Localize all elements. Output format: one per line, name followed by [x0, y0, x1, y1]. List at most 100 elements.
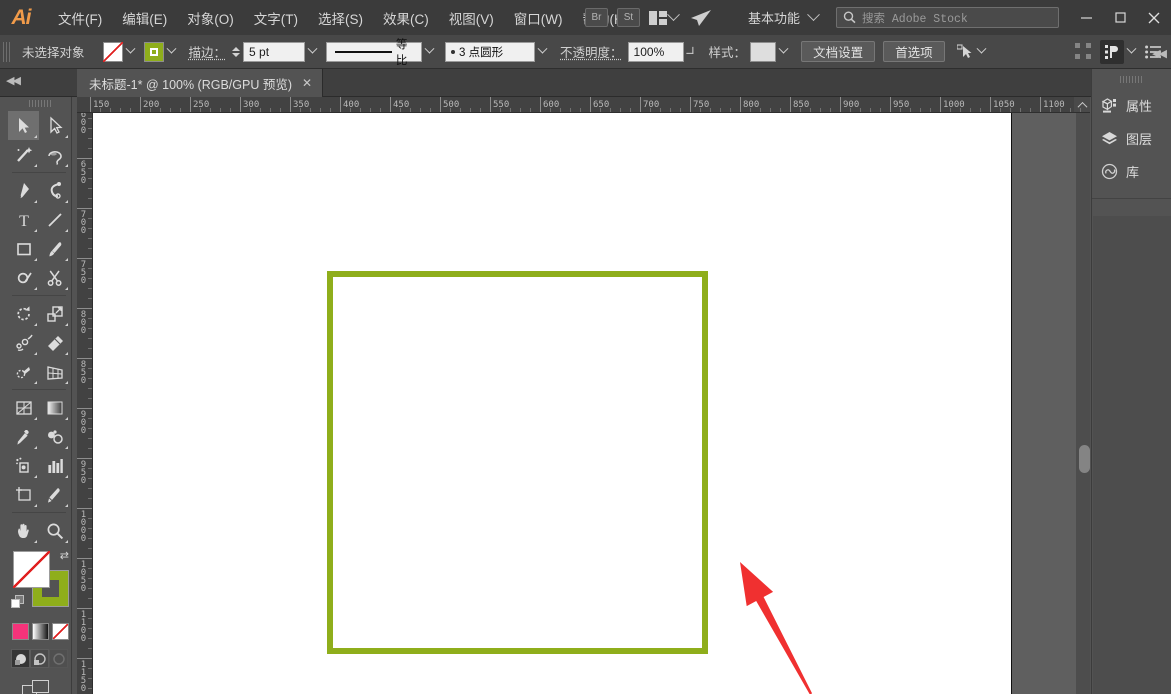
menu-effect[interactable]: 效果(C)	[373, 4, 439, 32]
stroke-profile-chevron-down-icon[interactable]	[422, 42, 437, 62]
ruler-label: 750	[80, 260, 87, 286]
perspective-grid-tool[interactable]	[39, 357, 70, 386]
direct-selection-tool[interactable]	[39, 111, 70, 140]
arrange-chevron-down-icon[interactable]	[667, 8, 680, 22]
tools-panel-grip[interactable]	[28, 100, 51, 107]
search-box[interactable]: 搜索 Adobe Stock	[836, 7, 1059, 28]
left-dock-collapse-icon[interactable]: ◀◀	[6, 74, 21, 87]
color-swatch-button[interactable]	[12, 623, 29, 640]
menu-select[interactable]: 选择(S)	[308, 4, 373, 32]
menu-type[interactable]: 文字(T)	[244, 4, 308, 32]
opacity-label[interactable]: 不透明度：	[560, 42, 623, 61]
selection-tool[interactable]	[8, 111, 39, 140]
transform-grid-icon[interactable]	[1075, 43, 1092, 60]
menu-view[interactable]: 视图(V)	[439, 4, 504, 32]
artboard-tool[interactable]	[8, 480, 39, 509]
eyedropper-tool[interactable]	[8, 422, 39, 451]
toolbar-fill-swatch[interactable]	[13, 551, 50, 588]
fill-swatch[interactable]	[102, 41, 123, 62]
default-fill-stroke-icon[interactable]	[11, 595, 25, 608]
document-tab-close-icon[interactable]: ✕	[302, 76, 312, 90]
zoom-tool[interactable]	[39, 516, 70, 545]
ruler-tick	[890, 97, 891, 112]
canvas-area[interactable]	[93, 113, 1090, 694]
arrange-align-icon[interactable]	[1100, 39, 1124, 64]
width-tool[interactable]	[8, 328, 39, 357]
arrange-documents-icon[interactable]	[648, 10, 667, 25]
preferences-button[interactable]: 首选项	[883, 41, 945, 62]
document-setup-button[interactable]: 文档设置	[801, 41, 876, 62]
style-chevron-down-icon[interactable]	[776, 42, 791, 62]
none-swatch-button[interactable]	[52, 623, 69, 640]
shape-builder-tool[interactable]	[8, 357, 39, 386]
pen-tool[interactable]	[8, 176, 39, 205]
right-dock-collapse-icon[interactable]: ◀◀	[1152, 47, 1167, 60]
gradient-swatch-button[interactable]	[32, 623, 49, 640]
panel-libraries[interactable]: 库	[1092, 155, 1171, 188]
graphic-style-swatch[interactable]	[750, 41, 777, 62]
menu-object[interactable]: 对象(O)	[177, 4, 244, 32]
screen-mode-button[interactable]	[22, 680, 52, 694]
control-bar-grip[interactable]	[3, 41, 12, 62]
ruler-scroll-up-icon[interactable]	[1074, 97, 1090, 112]
brush-chevron-down-icon[interactable]	[535, 42, 550, 62]
panel-properties[interactable]: 属性	[1092, 89, 1171, 122]
close-button[interactable]	[1137, 0, 1171, 35]
stroke-chevron-down-icon[interactable]	[164, 42, 179, 62]
vertical-scrollbar[interactable]	[1076, 113, 1090, 694]
bridge-icon[interactable]: Br	[584, 8, 608, 27]
stroke-weight-chevron-down-icon[interactable]	[305, 42, 320, 62]
draw-inside-button[interactable]	[49, 649, 68, 668]
rectangle-tool[interactable]	[8, 234, 39, 263]
stroke-weight-label[interactable]: 描边：	[189, 42, 227, 61]
shaper-tool[interactable]	[8, 263, 39, 292]
menu-file[interactable]: 文件(F)	[48, 4, 112, 32]
stock-icon[interactable]: St	[616, 8, 640, 27]
select-similar-chevron-down-icon[interactable]	[974, 42, 989, 62]
rectangle-shape[interactable]	[327, 271, 708, 654]
lasso-tool[interactable]	[39, 140, 70, 169]
paintbrush-tool[interactable]	[39, 234, 70, 263]
workspace-name[interactable]: 基本功能	[748, 8, 800, 27]
swap-fill-stroke-icon[interactable]: ⇄	[60, 549, 69, 562]
document-tab[interactable]: 未标题-1* @ 100% (RGB/GPU 预览) ✕	[77, 69, 324, 97]
mesh-tool[interactable]	[8, 393, 39, 422]
vertical-ruler[interactable]: 600 650 700 750 800 850 900 950 1000 1050 1100 1150	[77, 113, 93, 694]
maximize-button[interactable]	[1103, 0, 1137, 35]
column-graph-tool[interactable]	[39, 451, 70, 480]
free-transform-tool[interactable]	[39, 328, 70, 357]
right-dock-grip[interactable]	[1119, 76, 1144, 83]
hand-tool[interactable]	[8, 516, 39, 545]
panel-layers[interactable]: 图层	[1092, 122, 1171, 155]
stroke-weight-stepper[interactable]	[230, 42, 242, 62]
menu-window[interactable]: 窗口(W)	[504, 4, 573, 32]
scale-tool[interactable]	[39, 299, 70, 328]
line-segment-tool[interactable]	[39, 205, 70, 234]
menu-edit[interactable]: 编辑(E)	[112, 4, 177, 32]
menu-item-list: 文件(F) 编辑(E) 对象(O) 文字(T) 选择(S) 效果(C) 视图(V) 窗口(W)…	[48, 0, 638, 35]
type-tool[interactable]: T	[8, 205, 39, 234]
arrange-align-chevron-down-icon[interactable]	[1124, 42, 1139, 62]
opacity-input[interactable]: 100%	[627, 41, 684, 62]
minimize-button[interactable]	[1069, 0, 1103, 35]
share-paperplane-icon[interactable]	[690, 9, 712, 27]
brush-definition-field[interactable]: 3 点圆形	[445, 41, 536, 62]
scissors-tool[interactable]	[39, 263, 70, 292]
rotate-tool[interactable]	[8, 299, 39, 328]
vertical-scrollbar-thumb[interactable]	[1079, 445, 1090, 473]
stroke-swatch[interactable]	[143, 41, 164, 62]
stroke-weight-input[interactable]: 5 pt	[243, 41, 306, 62]
fill-chevron-down-icon[interactable]	[123, 42, 138, 62]
symbol-sprayer-tool[interactable]	[8, 451, 39, 480]
magic-wand-tool[interactable]	[8, 140, 39, 169]
blend-tool[interactable]	[39, 422, 70, 451]
stroke-profile-field[interactable]: 等比	[326, 39, 423, 67]
draw-behind-button[interactable]	[30, 649, 49, 668]
draw-normal-button[interactable]	[11, 649, 30, 668]
workspace-chevron-down-icon[interactable]	[807, 8, 820, 22]
gradient-tool[interactable]	[39, 393, 70, 422]
curvature-tool[interactable]	[39, 176, 70, 205]
horizontal-ruler[interactable]: 150 200 250 300 350 400 450 500 550 600 650 700 750 8…	[77, 97, 1090, 113]
slice-tool[interactable]	[39, 480, 70, 509]
select-similar-icon[interactable]	[956, 44, 974, 59]
